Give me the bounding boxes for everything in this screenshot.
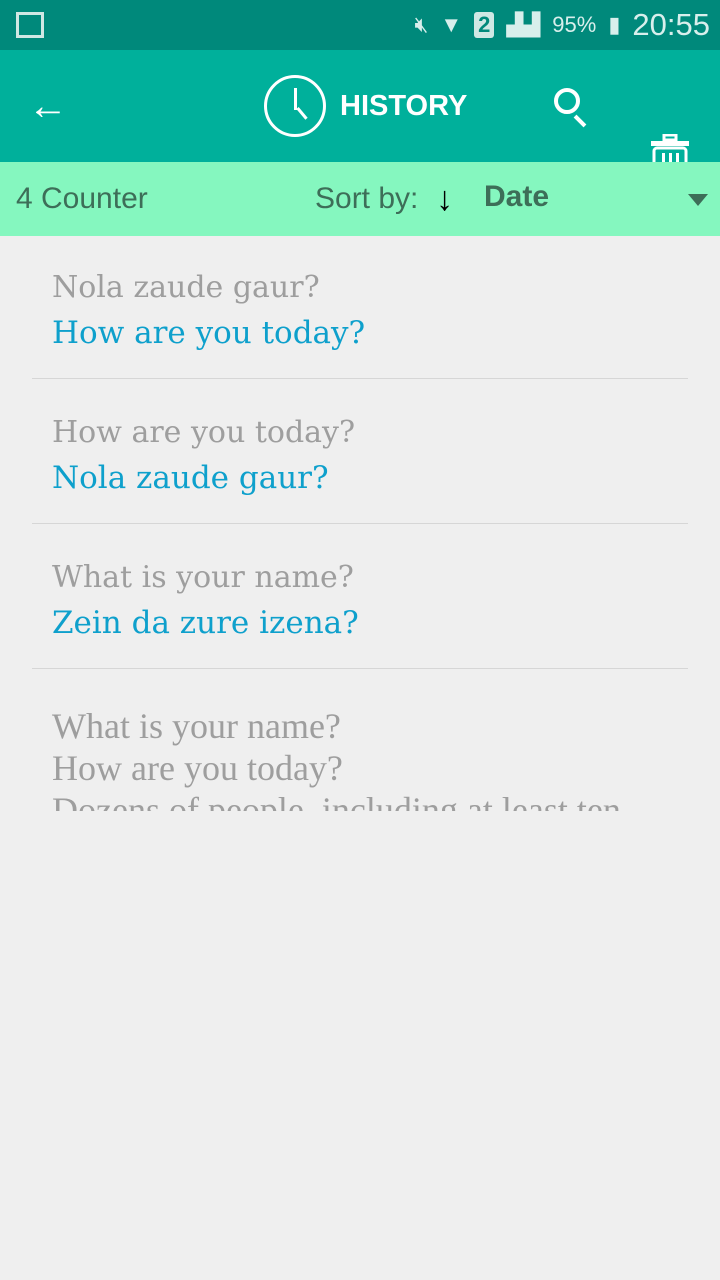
gallery-notification-icon — [16, 12, 44, 38]
history-item[interactable]: What is your name? How are you today? Do… — [32, 669, 688, 817]
signal-icon: ▟▟ — [506, 12, 541, 37]
sort-label: Sort by: — [315, 182, 419, 215]
source-text: How are you today? — [52, 415, 356, 450]
clock-icon — [264, 75, 326, 137]
source-line: Dozens of people, including at least ten — [52, 790, 621, 811]
source-line: What is your name? — [52, 706, 341, 746]
sim-icon: 2 — [474, 12, 495, 38]
battery-percent: 95% — [552, 12, 597, 37]
sort-bar: 4 Counter Sort by: ↓ Date — [0, 162, 720, 236]
source-line: How are you today? — [52, 748, 343, 788]
history-counter: 4 Counter — [16, 182, 148, 215]
sort-direction-icon[interactable]: ↓ — [436, 180, 453, 219]
back-arrow-icon[interactable]: ← — [28, 86, 68, 126]
translation-text: How are you today? — [52, 315, 366, 351]
translation-text: Zein da zure izena? — [52, 605, 359, 641]
history-item[interactable]: How are you today? Nola zaude gaur? — [32, 379, 688, 524]
source-text: What is your name? — [52, 560, 354, 595]
wifi-icon: ▼ — [440, 12, 463, 37]
app-bar: ← HISTORY — [0, 50, 720, 182]
vibrate-icon: 🔇︎ — [414, 12, 429, 37]
source-text: Nola zaude gaur? — [52, 270, 320, 305]
history-item[interactable]: Nola zaude gaur? How are you today? — [32, 236, 688, 379]
battery-charging-icon: ▮ — [608, 12, 621, 37]
clock-time: 20:55 — [632, 7, 710, 42]
page-title: HISTORY — [340, 90, 468, 122]
dropdown-caret-icon[interactable] — [688, 194, 708, 206]
history-item[interactable]: What is your name? Zein da zure izena? — [32, 524, 688, 669]
search-icon[interactable] — [554, 88, 580, 114]
sort-select[interactable]: Date — [484, 180, 549, 214]
history-list: Nola zaude gaur? How are you today? How … — [0, 236, 720, 817]
translation-text: Nola zaude gaur? — [52, 460, 329, 496]
status-bar: 🔇︎ ▼ 2 ▟▟ 95% ▮ 20:55 — [0, 0, 720, 50]
